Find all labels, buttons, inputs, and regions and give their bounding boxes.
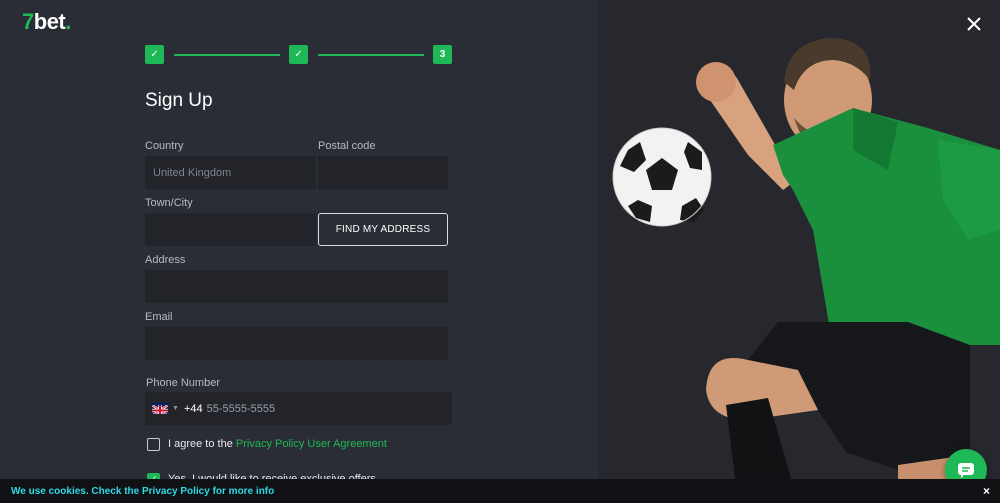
close-icon[interactable] [965, 15, 983, 33]
football-player-illustration [598, 0, 1000, 503]
page-title: Sign Up [145, 90, 213, 111]
cookie-close-icon[interactable]: × [983, 484, 990, 498]
step-connector [318, 54, 424, 56]
soccer-ball-icon [612, 127, 712, 227]
cookie-message[interactable]: We use cookies. Check the Privacy Policy… [11, 486, 274, 497]
phone-number-field[interactable]: ▼ +44 55-5555-5555 [145, 392, 452, 425]
country-label: Country [145, 140, 184, 152]
address-label: Address [145, 254, 186, 266]
email-label: Email [145, 311, 173, 323]
hero-image-panel [598, 0, 1000, 503]
step-connector [174, 54, 280, 56]
step-1-done: ✓ [145, 45, 164, 64]
privacy-policy-link[interactable]: Privacy Policy User Agreement [236, 438, 387, 450]
town-city-field[interactable] [145, 213, 316, 246]
chat-icon [958, 463, 974, 478]
find-my-address-button[interactable]: FIND MY ADDRESS [318, 213, 448, 246]
step-2-done: ✓ [289, 45, 308, 64]
signup-progress-steps: ✓ ✓ 3 [145, 45, 452, 65]
address-field[interactable] [145, 270, 448, 303]
chevron-down-icon[interactable]: ▼ [172, 405, 179, 412]
agree-prefix-text: I agree to the [168, 438, 236, 450]
phone-number-placeholder: 55-5555-5555 [206, 402, 276, 415]
postal-code-label: Postal code [318, 140, 376, 152]
agree-checkbox[interactable] [147, 438, 160, 451]
postal-code-field[interactable] [318, 156, 448, 189]
cookie-banner: We use cookies. Check the Privacy Policy… [0, 479, 1000, 503]
email-field[interactable] [145, 327, 448, 360]
signup-panel [0, 0, 598, 503]
brand-logo[interactable]: 7bet. [22, 9, 71, 35]
agree-label: I agree to the Privacy Policy User Agree… [168, 438, 387, 450]
town-city-label: Town/City [145, 197, 193, 209]
phone-dial-code: +44 [183, 402, 203, 415]
country-field[interactable]: United Kingdom [145, 156, 316, 189]
phone-number-label: Phone Number [146, 377, 220, 389]
uk-flag-icon[interactable] [152, 403, 168, 414]
step-3-current: 3 [433, 45, 452, 64]
